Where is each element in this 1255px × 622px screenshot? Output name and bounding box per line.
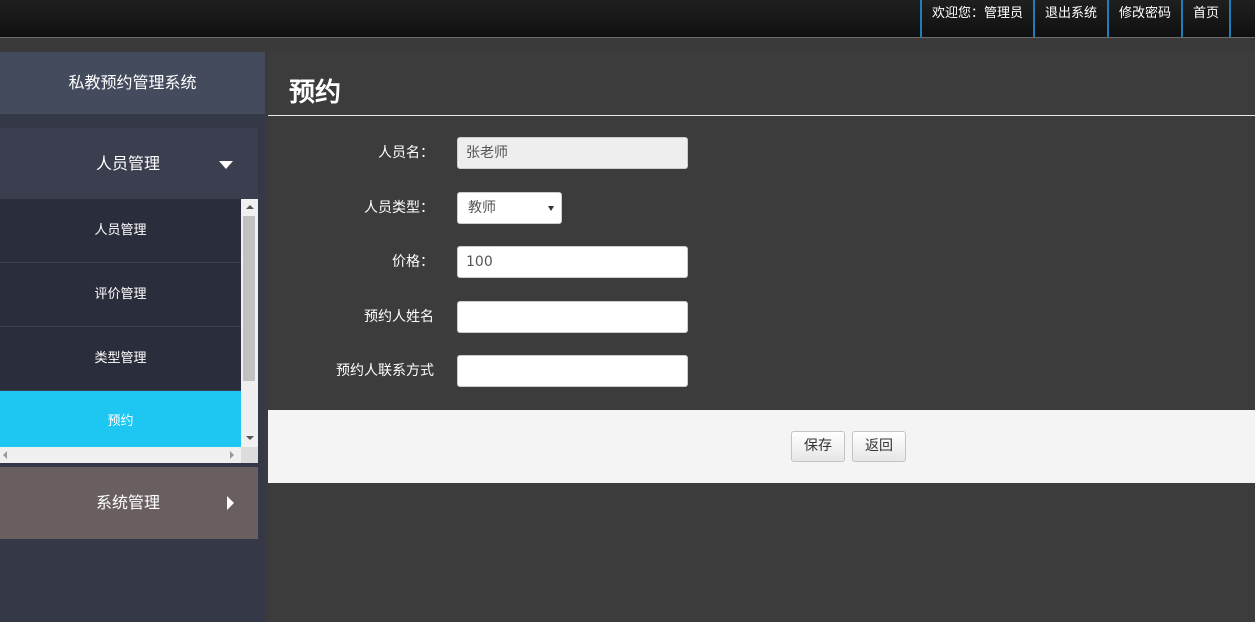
booker-contact-field[interactable] (457, 355, 688, 387)
sidebar-group-system[interactable]: 系统管理 (0, 467, 258, 539)
change-password-link[interactable]: 修改密码 (1106, 0, 1181, 37)
form-actions: 保存 返回 (268, 410, 1255, 483)
scroll-up-icon[interactable] (246, 205, 254, 209)
submenu: 人员管理 评价管理 类型管理 预约 (0, 199, 241, 447)
chevron-down-icon (219, 161, 233, 169)
price-field[interactable]: 100 (457, 246, 688, 278)
main-content: 预约 人员名： 张老师 人员类型： 教师 价格： 100 预约人姓名 预约人联系… (268, 52, 1255, 622)
sidebar-group-label: 人员管理 (96, 154, 161, 173)
form-row-type: 人员类型： 教师 (268, 192, 1255, 224)
scrollbar-corner (241, 447, 258, 463)
back-button[interactable]: 返回 (852, 431, 906, 462)
home-link[interactable]: 首页 (1180, 0, 1231, 37)
logout-link[interactable]: 退出系统 (1032, 0, 1107, 37)
sidebar-group-label: 系统管理 (96, 493, 161, 512)
form-row-name: 人员名： 张老师 (268, 137, 1255, 169)
top-nav: 欢迎您：管理员 退出系统 修改密码 首页 (919, 0, 1231, 37)
booker-name-field[interactable] (457, 301, 688, 333)
sidebar-item-types[interactable]: 类型管理 (0, 327, 241, 391)
horizontal-scrollbar[interactable] (0, 447, 241, 463)
price-label: 价格： (392, 254, 434, 270)
chevron-right-icon (227, 496, 234, 510)
title-divider (268, 115, 1255, 116)
scroll-left-icon[interactable] (3, 451, 7, 459)
save-button[interactable]: 保存 (791, 431, 845, 462)
sidebar-item-booking[interactable]: 预约 (0, 391, 241, 447)
page-title: 预约 (289, 78, 342, 108)
form-row-booker-name: 预约人姓名 (268, 301, 1255, 333)
booker-name-label: 预约人姓名 (364, 309, 434, 325)
sidebar: 私教预约管理系统 人员管理 人员管理 评价管理 类型管理 预约 系统管理 (0, 52, 265, 622)
booker-contact-label: 预约人联系方式 (336, 363, 434, 379)
name-label: 人员名： (378, 145, 434, 161)
sidebar-item-reviews[interactable]: 评价管理 (0, 263, 241, 327)
scroll-right-icon[interactable] (230, 451, 234, 459)
type-select[interactable]: 教师 (457, 192, 562, 224)
welcome-user-link[interactable]: 欢迎您：管理员 (919, 0, 1033, 37)
form-row-price: 价格： 100 (268, 246, 1255, 278)
sidebar-item-personnel[interactable]: 人员管理 (0, 199, 241, 263)
name-field[interactable]: 张老师 (457, 137, 688, 169)
sidebar-group-personnel[interactable]: 人员管理 (0, 128, 258, 200)
type-label: 人员类型： (364, 200, 434, 216)
app-title: 私教预约管理系统 (0, 52, 265, 114)
dropdown-arrow-icon (548, 206, 554, 211)
type-select-value: 教师 (468, 200, 496, 216)
scrollbar-thumb[interactable] (243, 216, 255, 381)
submenu-frame: 人员管理 评价管理 类型管理 预约 (0, 199, 258, 463)
form-row-booker-contact: 预约人联系方式 (268, 355, 1255, 387)
top-bar: 欢迎您：管理员 退出系统 修改密码 首页 (0, 0, 1255, 38)
vertical-scrollbar[interactable] (241, 199, 258, 447)
scroll-down-icon[interactable] (246, 436, 254, 440)
